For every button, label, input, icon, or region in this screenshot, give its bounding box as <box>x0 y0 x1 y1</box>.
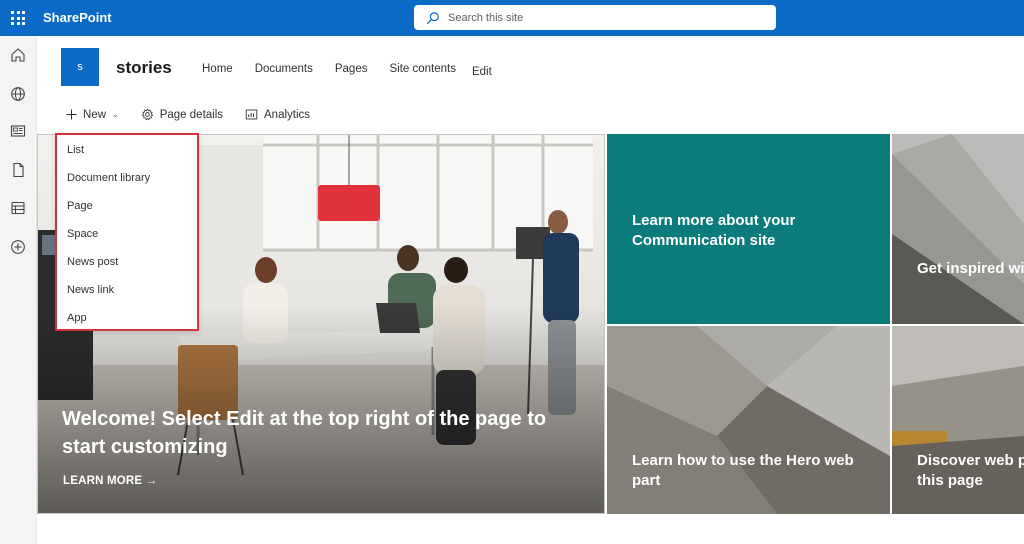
globe-icon[interactable] <box>10 86 26 102</box>
tile-title: Learn more about your Communication site <box>632 212 796 249</box>
menu-item-document-library[interactable]: Document library <box>67 172 150 184</box>
search-box[interactable] <box>414 5 776 30</box>
analytics-icon <box>245 109 258 120</box>
new-button[interactable]: New ⌄ <box>66 109 119 121</box>
menu-item-space[interactable]: Space <box>67 228 98 240</box>
hero-tile-communication-site[interactable]: Learn more about your Communication site <box>607 134 890 324</box>
menu-item-news-link[interactable]: News link <box>67 284 114 296</box>
site-title[interactable]: stories <box>116 58 172 78</box>
suite-bar: SharePoint <box>0 0 1024 36</box>
learn-more-link[interactable]: LEARN MORE → <box>63 475 157 487</box>
nav-site-contents[interactable]: Site contents <box>389 63 455 78</box>
analytics-button[interactable]: Analytics <box>245 108 310 121</box>
tile-title: Get inspired with look book <box>917 260 1024 277</box>
tile-title: Discover web parts to this page <box>917 452 1024 489</box>
hero-main-title[interactable]: Welcome! Select Edit at the top right of… <box>62 405 592 461</box>
menu-item-app[interactable]: App <box>67 312 87 324</box>
search-icon <box>426 11 439 24</box>
menu-item-list[interactable]: List <box>67 144 84 156</box>
site-logo[interactable]: s <box>61 48 99 86</box>
learn-more-label: LEARN MORE <box>63 475 143 487</box>
plus-icon <box>66 109 77 120</box>
app-bar <box>0 36 37 544</box>
new-label: New <box>83 108 107 121</box>
analytics-label: Analytics <box>264 108 311 121</box>
file-icon[interactable] <box>10 162 26 178</box>
home-icon[interactable] <box>10 47 26 63</box>
app-name[interactable]: SharePoint <box>43 10 112 25</box>
chevron-down-icon: ⌄ <box>112 110 119 119</box>
new-dropdown-menu: List Document library Page Space News po… <box>55 133 199 331</box>
hero-tile-discover-webparts[interactable]: Discover web parts to this page <box>892 326 1024 514</box>
architecture-photo <box>892 134 1024 324</box>
lists-icon[interactable] <box>10 200 26 216</box>
create-icon[interactable] <box>10 239 26 255</box>
gear-icon <box>141 108 153 121</box>
site-navigation: Home Documents Pages Site contents Edit <box>202 63 514 78</box>
nav-pages[interactable]: Pages <box>335 63 368 78</box>
hero-tile-look-book[interactable]: Get inspired with look book <box>892 134 1024 324</box>
arrow-right-icon: → <box>145 475 158 487</box>
menu-item-page[interactable]: Page <box>67 200 93 212</box>
menu-item-news-post[interactable]: News post <box>67 256 118 268</box>
hero-tile-hero-webpart[interactable]: Learn how to use the Hero web part <box>607 326 890 514</box>
page-details-button[interactable]: Page details <box>141 108 223 121</box>
search-input[interactable] <box>448 11 748 24</box>
news-icon[interactable] <box>10 123 26 139</box>
nav-edit[interactable]: Edit <box>472 66 492 78</box>
nav-home[interactable]: Home <box>202 63 233 78</box>
app-launcher-icon[interactable] <box>11 11 25 25</box>
page-details-label: Page details <box>159 108 224 121</box>
command-bar: New ⌄ Page details Analytics <box>66 108 332 121</box>
tile-title: Learn how to use the Hero web part <box>632 452 854 489</box>
nav-documents[interactable]: Documents <box>255 63 313 78</box>
